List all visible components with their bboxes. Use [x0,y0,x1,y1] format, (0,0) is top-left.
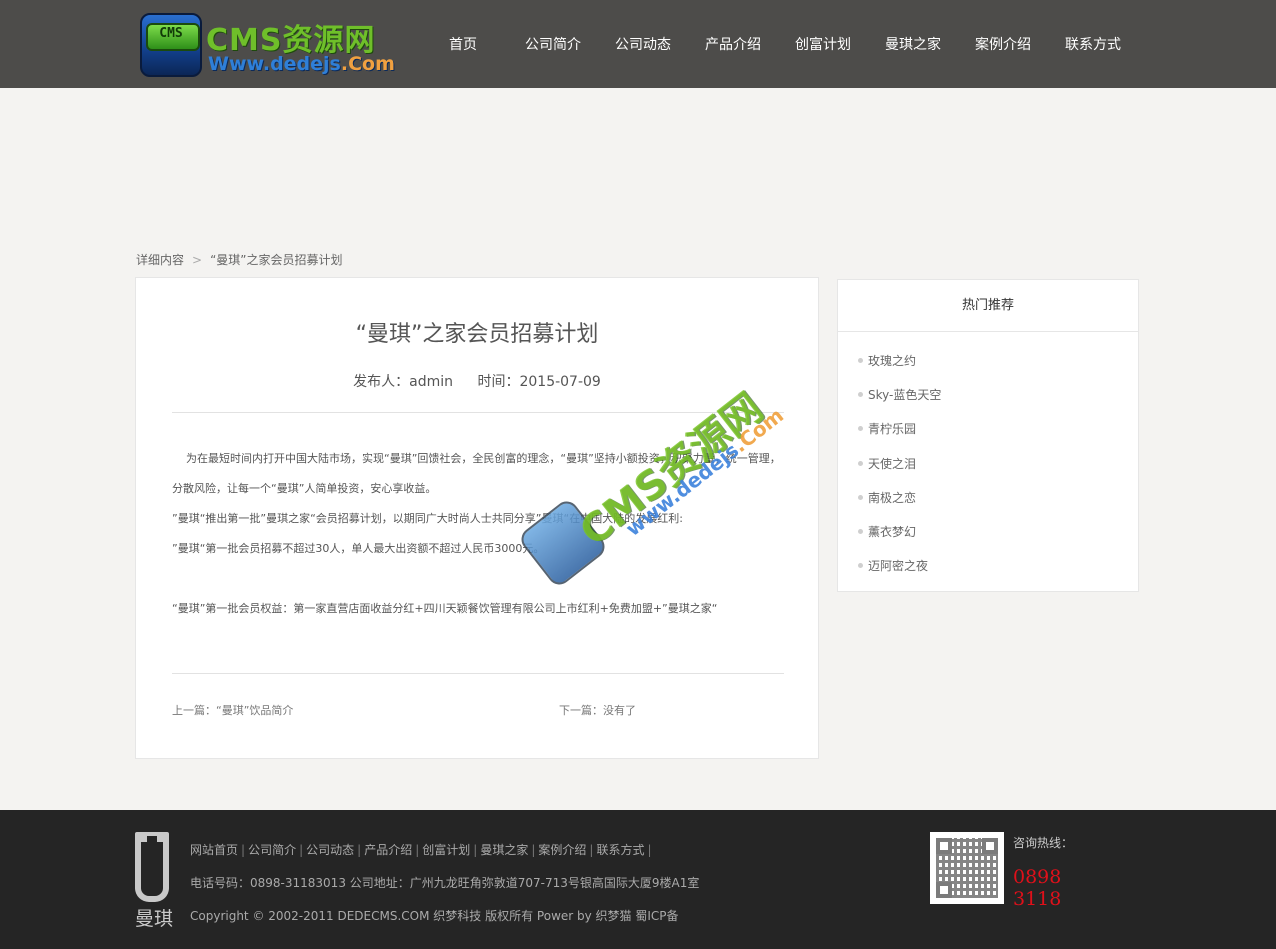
nav-item-contact[interactable]: 联系方式 [1048,34,1138,54]
breadcrumb-root[interactable]: 详细内容 [136,253,184,267]
nav-item-news[interactable]: 公司动态 [598,34,688,54]
qr-code-icon [930,832,1004,904]
article-meta: 发布人：admin 时间：2015-07-09 [136,371,818,391]
hot-list-item[interactable]: 青柠乐园 [858,420,941,454]
article-title: “曼琪”之家会员招募计划 [355,322,599,347]
article-panel: “曼琪”之家会员招募计划 发布人：admin 时间：2015-07-09 为在最… [135,277,819,759]
article-author: 发布人：admin [353,374,454,390]
nav-item-cases[interactable]: 案例介绍 [958,34,1048,54]
hot-list: 玫瑰之约 Sky-蓝色天空 青柠乐园 天使之泪 南极之恋 薰衣梦幻 迈阿密之夜 [858,352,941,591]
sidebar-title: 热门推荐 [838,280,1138,332]
footer-copyright: Copyright © 2002-2011 DEDECMS.COM 织梦科技 版… [190,909,679,923]
footer-contact: 电话号码：0898-31183013 公司地址：广州九龙旺角弥敦道707-713… [190,876,700,890]
article-body: 为在最短时间内打开中国大陆市场，实现“曼琪”回馈社会，全民创富的理念，“曼琪”坚… [172,444,784,624]
qr-code-pattern [936,838,998,898]
site-header: CMS CMS资源网 Www.dedejs.Com 首页 公司简介 公司动态 产… [0,0,1276,88]
footer-link-home[interactable]: 网站首页 [190,843,238,857]
hot-list-item[interactable]: 南极之恋 [858,489,941,523]
article-paragraph: 为在最短时间内打开中国大陆市场，实现“曼琪”回馈社会，全民创富的理念，“曼琪”坚… [172,452,781,495]
article-divider-top [172,412,784,413]
nav-item-home[interactable]: 首页 [418,34,508,54]
bullet-dot-icon [858,460,863,466]
hot-recommend-panel: 热门推荐 玫瑰之约 Sky-蓝色天空 青柠乐园 天使之泪 南极之恋 薰衣梦幻 迈… [837,279,1139,592]
logo-badge-icon: CMS [140,13,202,77]
next-article-link[interactable]: 下一篇：没有了 [559,702,636,718]
footer-links: 网站首页 | 公司简介 | 公司动态 | 产品介绍 | 创富计划 | 曼琪之家 | 案例介绍 | 联系方式 | [190,843,652,857]
logo-badge-text: CMS [159,26,183,41]
footer-link-home-club[interactable]: 曼琪之家 [480,843,528,857]
footer-logo-mark-icon [135,832,169,902]
bullet-dot-icon [858,494,863,500]
footer-logo: 曼琪 [135,832,174,930]
bullet-dot-icon [858,563,863,569]
hot-list-item[interactable]: 薰衣梦幻 [858,523,941,557]
bullet-dot-icon [858,426,863,432]
hot-list-item[interactable]: 迈阿密之夜 [858,557,941,591]
hotline-number: 0898- 31183013 [1013,866,1060,910]
nav-item-about[interactable]: 公司简介 [508,34,598,54]
hot-list-item[interactable]: 天使之泪 [858,455,941,489]
hotline-label: 咨询热线： [1013,836,1074,850]
article-divider-bottom [172,673,784,674]
bullet-dot-icon [858,392,863,398]
breadcrumb-separator: > [192,253,203,267]
footer-link-contact[interactable]: 联系方式 [596,843,644,857]
breadcrumb-current[interactable]: “曼琪”之家会员招募计划 [210,253,342,267]
main-nav: 首页 公司简介 公司动态 产品介绍 创富计划 曼琪之家 案例介绍 联系方式 [418,0,1158,88]
bullet-dot-icon [858,528,863,534]
nav-item-products[interactable]: 产品介绍 [688,34,778,54]
site-logo[interactable]: CMS CMS资源网 Www.dedejs.Com [140,13,402,77]
hot-list-item[interactable]: 玫瑰之约 [858,352,941,386]
footer-link-products[interactable]: 产品介绍 [364,843,412,857]
bullet-dot-icon [858,358,863,363]
footer-link-plan[interactable]: 创富计划 [422,843,470,857]
article-paragraph: “曼琪”第一批会员权益：第一家直营店面收益分红+四川天颖餐饮管理有限公司上市红利… [172,602,718,615]
article-paragraph: ”曼琪“第一批会员招募不超过30人，单人最大出资额不超过人民币3000元。 [172,542,545,555]
nav-item-home-club[interactable]: 曼琪之家 [868,34,958,54]
site-footer: 曼琪 网站首页 | 公司简介 | 公司动态 | 产品介绍 | 创富计划 | 曼琪之家 | 案例介绍 | 联系… [0,810,1276,949]
breadcrumb: 详细内容 > “曼琪”之家会员招募计划 [136,251,343,268]
footer-logo-text: 曼琪 [135,908,174,930]
hot-list-item[interactable]: Sky-蓝色天空 [858,386,941,420]
footer-link-about[interactable]: 公司简介 [248,843,296,857]
footer-link-cases[interactable]: 案例介绍 [538,843,586,857]
article-paragraph: ”曼琪“推出第一批”曼琪之家“会员招募计划，以期同广大时尚人士共同分享”曼琪“在… [172,512,683,525]
nav-item-plan[interactable]: 创富计划 [778,34,868,54]
logo-url: Www.dedejs.Com [208,53,395,75]
prev-article-link[interactable]: 上一篇：“曼琪”饮品简介 [172,702,293,718]
footer-link-news[interactable]: 公司动态 [306,843,354,857]
article-date: 时间：2015-07-09 [477,374,601,390]
